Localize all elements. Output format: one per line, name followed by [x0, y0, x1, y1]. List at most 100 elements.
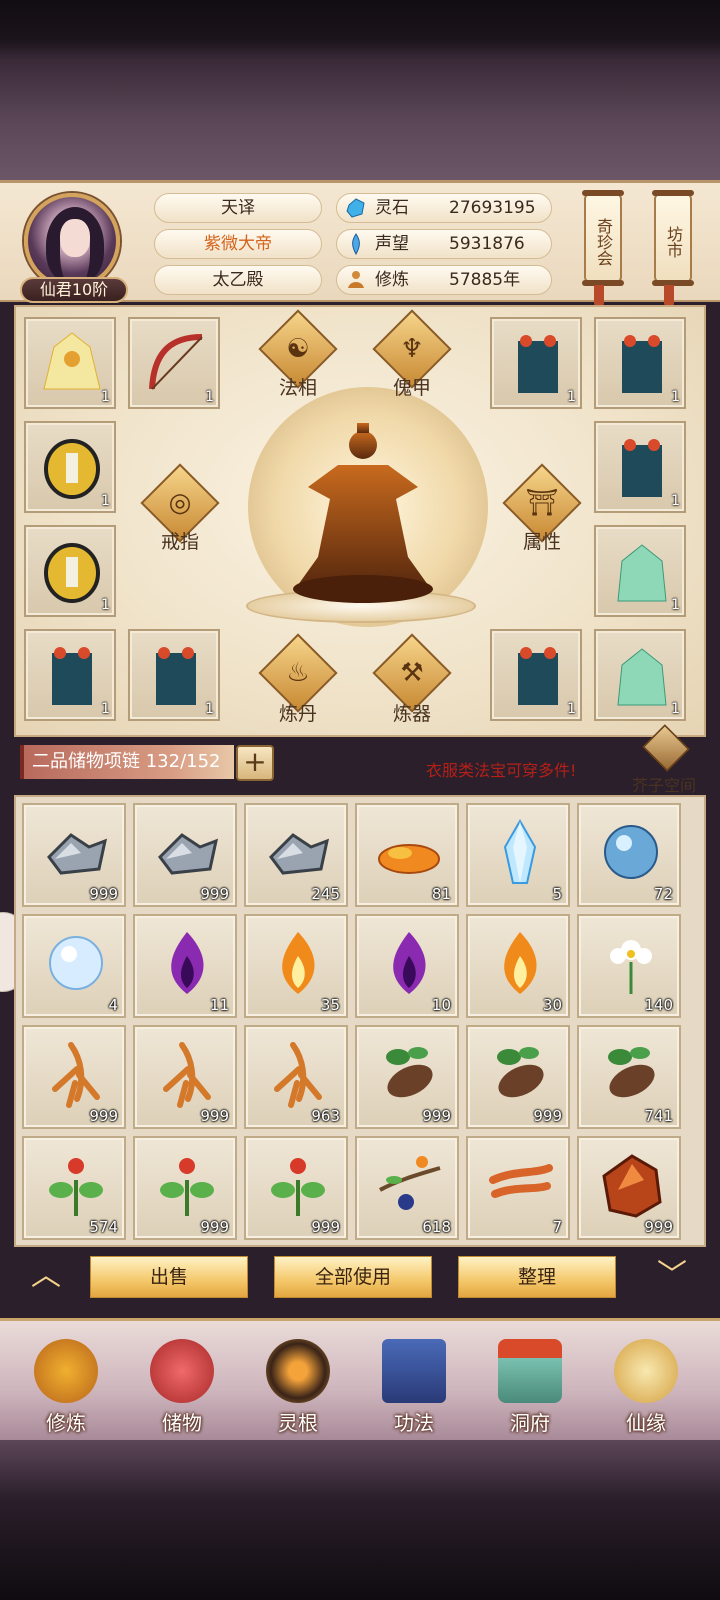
inventory-slot[interactable]: 999 — [22, 1025, 126, 1129]
stat-label: 修炼 — [375, 270, 409, 290]
inventory-slot[interactable]: 140 — [577, 914, 681, 1018]
blue-orb-icon — [604, 825, 658, 879]
nav-label: 仙缘 — [626, 1411, 666, 1435]
scroll-down-icon[interactable]: ﹀ — [642, 1258, 702, 1294]
mustard-space-label: 芥子空间 — [631, 776, 696, 795]
item-count: 30 — [542, 996, 562, 1014]
equip-slot-garment[interactable]: 1 — [24, 629, 116, 721]
inventory-slot[interactable]: 81 — [355, 803, 459, 907]
berry-branch-icon — [379, 1156, 441, 1210]
inventory-slot[interactable]: 11 — [133, 914, 237, 1018]
equipment-panel: 1 1 1 1 1 1 1 1 1 1 1 1 ☯ 法相 ♆ 傀甲 ◎ 戒指 ⛩… — [14, 305, 706, 737]
sort-button[interactable]: 整理 — [458, 1256, 616, 1298]
nav-item-fate[interactable]: 仙缘 — [596, 1331, 696, 1441]
inventory-slot[interactable]: 999 — [466, 1025, 570, 1129]
avatar-portrait — [24, 193, 120, 289]
scroll-up-icon[interactable]: ︿ — [16, 1258, 76, 1294]
equip-slot-bow[interactable]: 1 — [128, 317, 220, 409]
inventory-slot[interactable]: 999 — [577, 1136, 681, 1240]
inventory-slot[interactable]: 999 — [244, 1136, 348, 1240]
inventory-slot[interactable]: 245 — [244, 803, 348, 907]
stat-label: 灵石 — [375, 198, 409, 218]
item-count: 999 — [644, 1218, 673, 1236]
nav-item-cultivate[interactable]: 修炼 — [16, 1331, 116, 1441]
inventory-slot[interactable]: 741 — [577, 1025, 681, 1129]
jiezhi-label: 戒指 — [160, 531, 199, 553]
root-icon — [608, 1047, 655, 1098]
red-ore-icon — [602, 1154, 662, 1218]
inventory-slot[interactable]: 10 — [355, 914, 459, 1018]
bottom-system-area — [0, 1440, 720, 1600]
inventory-slot[interactable]: 5 — [466, 803, 570, 907]
dark-garment-icon — [156, 647, 196, 705]
nav-item-spirit-root[interactable]: 灵根 — [248, 1331, 348, 1441]
item-count: 81 — [431, 885, 451, 903]
inventory-slot[interactable]: 999 — [22, 803, 126, 907]
inventory-slot[interactable]: 999 — [133, 1025, 237, 1129]
nav-label: 修炼 — [46, 1411, 86, 1435]
red-bow-icon — [149, 334, 203, 390]
mustard-space-button[interactable]: 芥子空间 — [624, 724, 704, 795]
orange-mushroom-icon — [378, 844, 440, 874]
player-title: 紫微大帝 — [154, 229, 322, 259]
item-count: 1 — [101, 493, 110, 509]
nav-label: 洞府 — [510, 1411, 550, 1435]
equip-slot-jade-robe[interactable]: 1 — [594, 525, 686, 617]
golden-armor-icon — [44, 439, 100, 499]
nav-item-cave[interactable]: 洞府 — [480, 1331, 580, 1441]
inventory-slot[interactable]: 30 — [466, 914, 570, 1018]
item-count: 963 — [311, 1107, 340, 1125]
avatar[interactable]: 仙君10阶 — [20, 193, 128, 303]
equip-slot-armor[interactable]: 1 — [24, 525, 116, 617]
forging-anvil-icon: ⚒ — [400, 658, 424, 688]
market-button[interactable]: 坊市 — [652, 190, 694, 286]
item-count: 11 — [209, 996, 229, 1014]
item-count: 574 — [89, 1218, 118, 1236]
tassel-decoration — [664, 285, 674, 307]
inventory-slot[interactable]: 574 — [22, 1136, 126, 1240]
equip-slot-robe[interactable]: 1 — [24, 317, 116, 409]
equip-slot-garment[interactable]: 1 — [490, 629, 582, 721]
ginseng-icon — [52, 1042, 100, 1108]
prestige-icon — [352, 233, 360, 255]
inventory-slot[interactable]: 35 — [244, 914, 348, 1018]
top-status-area — [0, 0, 720, 185]
nav-item-storage[interactable]: 储物 — [132, 1331, 232, 1441]
meditating-figure-icon — [34, 1339, 98, 1403]
sell-button[interactable]: 出售 — [90, 1256, 248, 1298]
item-count: 72 — [653, 885, 673, 903]
ginseng-icon — [163, 1042, 211, 1108]
inventory-slot[interactable]: 963 — [244, 1025, 348, 1129]
inventory-slot[interactable]: 72 — [577, 803, 681, 907]
expand-bag-button[interactable]: + — [236, 745, 274, 781]
equip-slot-garment[interactable]: 1 — [594, 421, 686, 513]
jade-robe-icon — [617, 648, 667, 706]
inventory-slot[interactable]: 7 — [466, 1136, 570, 1240]
item-count: 999 — [89, 1107, 118, 1125]
inventory-slot[interactable]: 4 — [22, 914, 126, 1018]
item-count: 245 — [311, 885, 340, 903]
orange-flame-icon — [282, 932, 315, 994]
shuxing-label: 属性 — [522, 531, 561, 553]
rare-treasure-button[interactable]: 奇珍会 — [582, 190, 624, 286]
inventory-slot[interactable]: 618 — [355, 1136, 459, 1240]
nav-item-technique[interactable]: 功法 — [364, 1331, 464, 1441]
stat-value: 5931876 — [449, 234, 525, 254]
white-orb-icon — [49, 936, 103, 990]
treasure-bag-icon — [150, 1339, 214, 1403]
nav-label: 灵根 — [278, 1411, 318, 1435]
inventory-slot[interactable]: 999 — [133, 1136, 237, 1240]
equip-slot-armor[interactable]: 1 — [24, 421, 116, 513]
stat-spirit-stone: 灵石 27693195 — [336, 193, 552, 223]
use-all-button[interactable]: 全部使用 — [274, 1256, 432, 1298]
white-flower-icon — [610, 940, 652, 994]
ore-icon — [47, 833, 108, 875]
inventory-slot[interactable]: 999 — [355, 1025, 459, 1129]
dark-garment-icon — [518, 335, 558, 393]
equip-slot-garment[interactable]: 1 — [490, 317, 582, 409]
scripture-book-icon — [382, 1339, 446, 1403]
equip-slot-garment[interactable]: 1 — [594, 317, 686, 409]
inventory-slot[interactable]: 999 — [133, 803, 237, 907]
equip-slot-jade-robe[interactable]: 1 — [594, 629, 686, 721]
equip-slot-garment[interactable]: 1 — [128, 629, 220, 721]
